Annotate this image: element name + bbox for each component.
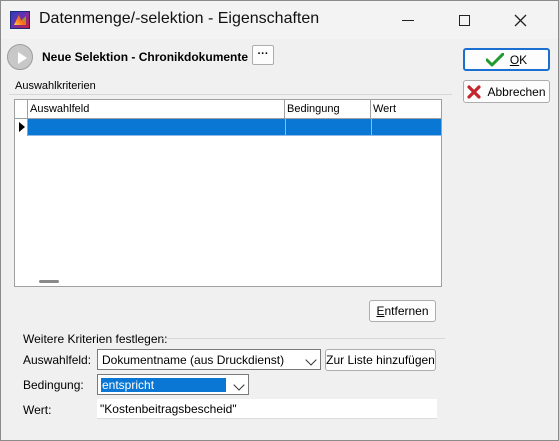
ok-label: OK — [509, 52, 528, 67]
play-icon[interactable] — [7, 44, 33, 70]
more-criteria-divider — [161, 338, 445, 339]
field-select-value: Dokumentname (aus Druckdienst) — [102, 353, 285, 367]
maximize-icon — [458, 14, 470, 26]
column-header-condition[interactable]: Bedingung — [285, 100, 371, 118]
chevron-down-icon — [233, 379, 245, 391]
add-to-list-button[interactable]: Zur Liste hinzufügen — [325, 349, 436, 371]
criteria-grid[interactable]: Auswahlfeld Bedingung Wert — [14, 99, 442, 287]
horizontal-scrollbar[interactable] — [39, 280, 59, 283]
condition-select[interactable]: entspricht — [97, 374, 249, 395]
title-bar: Datenmenge/-selektion - Eigenschaften — [1, 1, 558, 39]
condition-select-value: entspricht — [101, 378, 226, 392]
add-to-list-label: Zur Liste hinzufügen — [326, 353, 435, 367]
remove-label: Entfernen — [376, 304, 429, 318]
column-header-field[interactable]: Auswahlfeld — [28, 100, 285, 118]
properties-dialog: Datenmenge/-selektion - Eigenschaften Ne… — [0, 0, 559, 441]
value-input[interactable] — [97, 399, 437, 419]
app-icon — [10, 11, 30, 29]
checkmark-icon — [485, 52, 504, 66]
cancel-button[interactable]: Abbrechen — [463, 80, 550, 103]
chevron-down-icon — [305, 354, 317, 366]
field-select[interactable]: Dokumentname (aus Druckdienst) — [97, 349, 321, 370]
maximize-button[interactable] — [436, 1, 492, 39]
row-indicator-header — [15, 100, 28, 118]
value-label: Wert: — [23, 403, 52, 417]
cancel-label: Abbrechen — [487, 84, 546, 99]
current-row-arrow-icon — [15, 119, 28, 136]
close-icon — [514, 14, 526, 26]
remove-button[interactable]: Entfernen — [369, 300, 436, 322]
cell-divider — [371, 119, 372, 136]
column-header-value[interactable]: Wert — [371, 100, 441, 118]
more-options-button[interactable]: ··· — [252, 45, 274, 65]
group-divider — [9, 94, 452, 95]
cancel-x-icon — [467, 84, 482, 99]
minimize-button[interactable] — [380, 1, 436, 39]
condition-label: Bedingung: — [23, 378, 84, 392]
field-label: Auswahlfeld: — [23, 353, 92, 367]
more-criteria-label: Weitere Kriterien festlegen: — [23, 332, 168, 346]
window-title: Datenmenge/-selektion - Eigenschaften — [39, 10, 320, 27]
ok-button[interactable]: OK — [463, 48, 550, 71]
table-row[interactable] — [15, 119, 441, 136]
close-button[interactable] — [492, 1, 548, 39]
minimize-icon — [402, 19, 414, 21]
criteria-group-label: Auswahlkriterien — [15, 80, 96, 92]
grid-header: Auswahlfeld Bedingung Wert — [15, 100, 441, 119]
selection-title: Neue Selektion - Chronikdokumente — [42, 50, 249, 64]
cell-divider — [285, 119, 286, 136]
